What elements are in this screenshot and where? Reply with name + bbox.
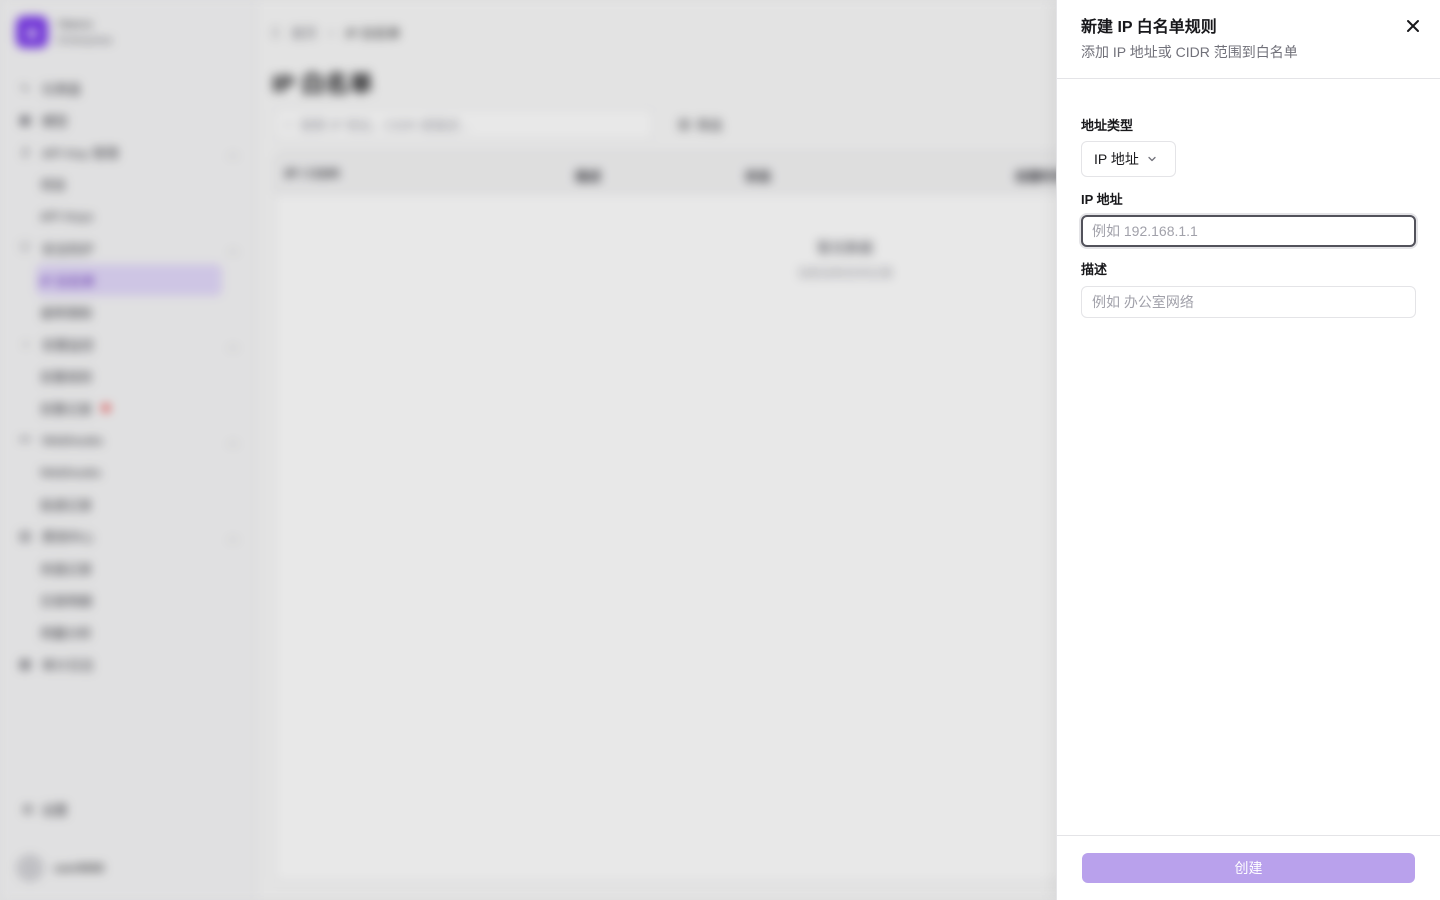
close-button[interactable] [1401,14,1425,38]
chevron-down-icon [1147,154,1157,164]
drawer-header: 新建 IP 白名单规则 添加 IP 地址或 CIDR 范围到白名单 [1057,0,1440,79]
drawer-footer: 创建 [1057,835,1440,900]
drawer-description: 添加 IP 地址或 CIDR 范围到白名单 [1081,44,1298,60]
address-type-value: IP 地址 [1094,151,1139,167]
create-button[interactable]: 创建 [1082,853,1415,883]
description-input[interactable] [1081,286,1416,318]
close-icon [1407,20,1419,32]
ip-address-label: IP 地址 [1081,192,1123,207]
description-label: 描述 [1081,262,1108,277]
create-rule-drawer: 新建 IP 白名单规则 添加 IP 地址或 CIDR 范围到白名单 地址类型 I… [1056,0,1440,900]
address-type-label: 地址类型 [1081,118,1134,133]
drawer-title: 新建 IP 白名单规则 [1081,19,1217,36]
ip-address-input[interactable] [1081,215,1416,247]
address-type-select[interactable]: IP 地址 [1081,141,1176,177]
